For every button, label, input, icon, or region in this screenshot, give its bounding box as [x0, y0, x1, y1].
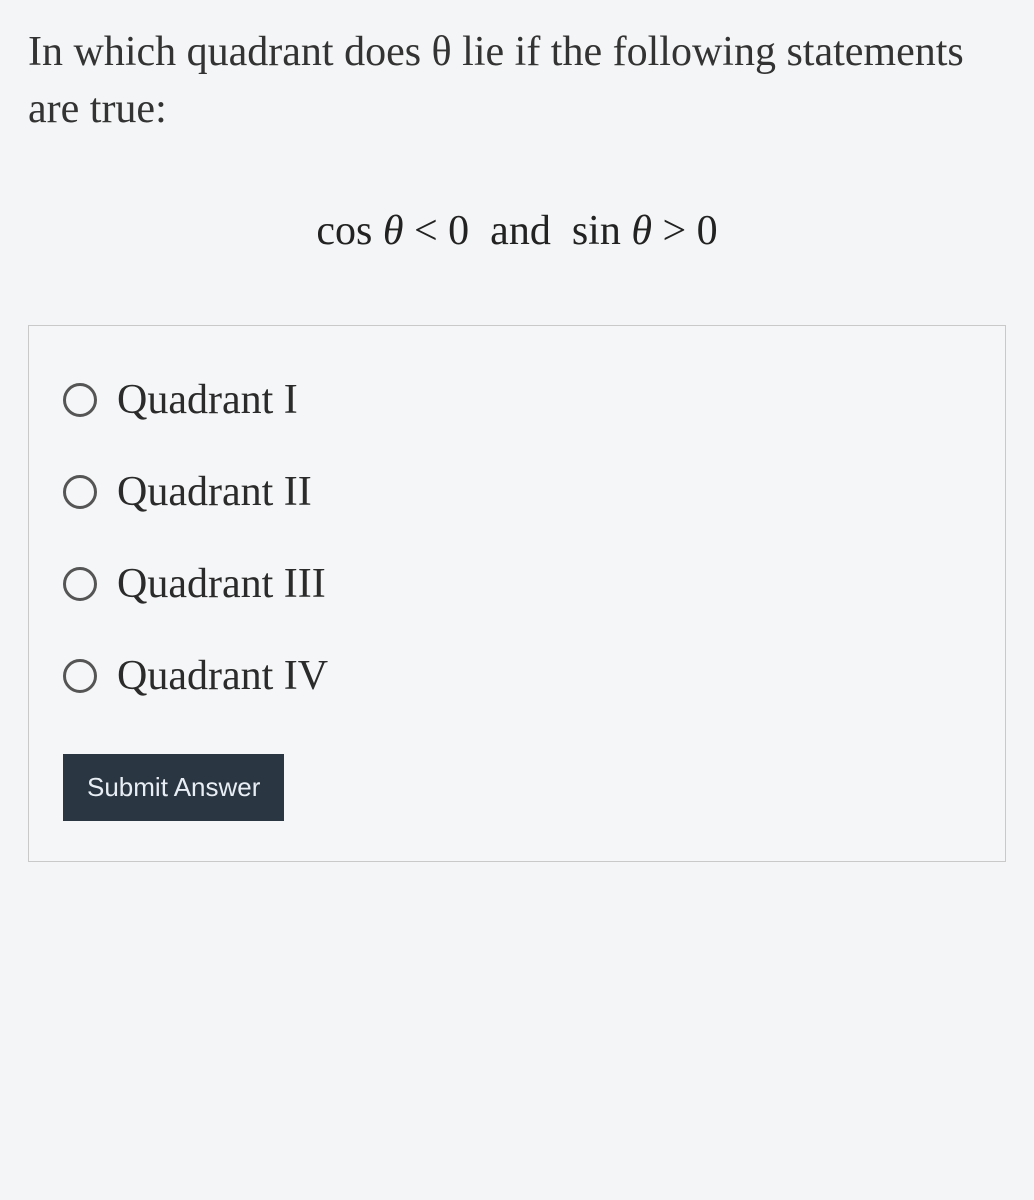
- radio-icon: [63, 567, 97, 601]
- question-prompt: In which quadrant does θ lie if the foll…: [28, 24, 1006, 137]
- option-quadrant-4[interactable]: Quadrant IV: [63, 652, 971, 700]
- answer-box: Quadrant I Quadrant II Quadrant III Quad…: [28, 325, 1006, 862]
- option-label: Quadrant I: [117, 376, 298, 424]
- submit-button[interactable]: Submit Answer: [63, 754, 284, 821]
- option-label: Quadrant IV: [117, 652, 328, 700]
- option-quadrant-2[interactable]: Quadrant II: [63, 468, 971, 516]
- option-quadrant-3[interactable]: Quadrant III: [63, 560, 971, 608]
- option-label: Quadrant II: [117, 468, 312, 516]
- radio-icon: [63, 383, 97, 417]
- radio-icon: [63, 659, 97, 693]
- question-equation: cos θ < 0 and sin θ > 0: [28, 207, 1006, 255]
- option-label: Quadrant III: [117, 560, 326, 608]
- option-quadrant-1[interactable]: Quadrant I: [63, 376, 971, 424]
- radio-icon: [63, 475, 97, 509]
